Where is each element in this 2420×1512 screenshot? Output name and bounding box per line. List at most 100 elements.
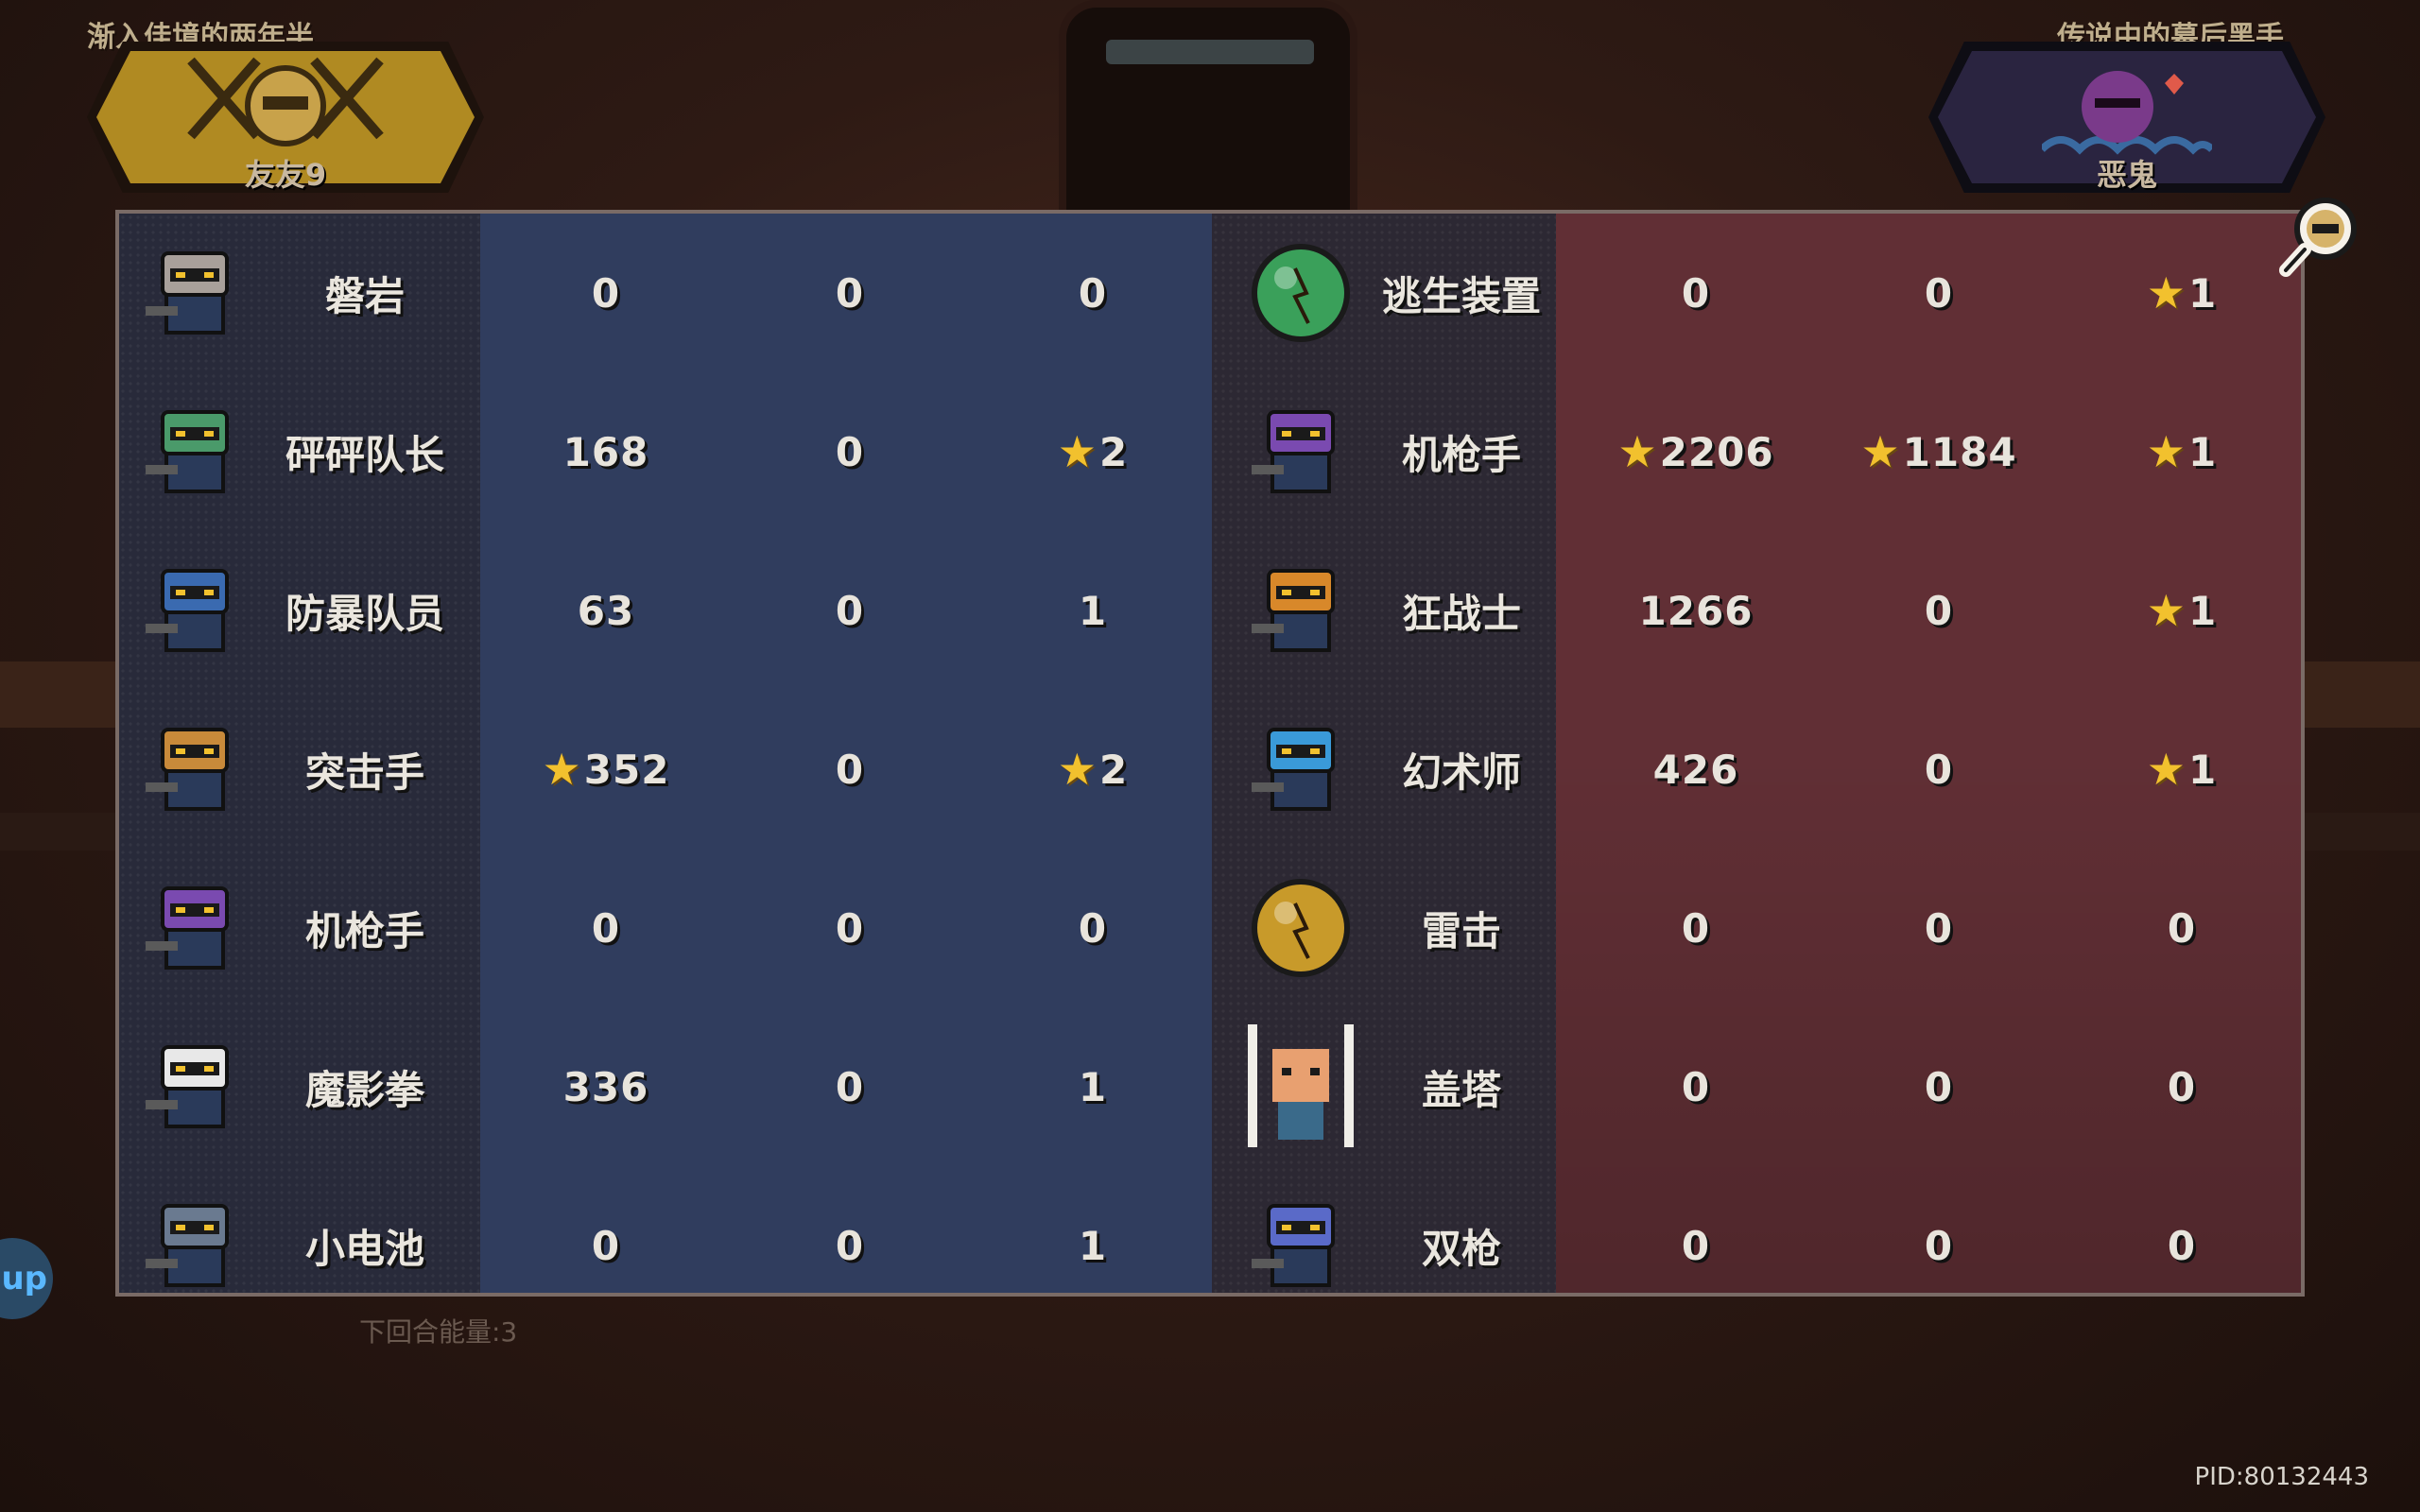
right-stat-value: 426 — [1652, 746, 1739, 793]
right-stat-value: 0 — [1924, 904, 1954, 952]
left-stat-cell: 0 — [746, 372, 954, 531]
left-stat-cell: 336 — [502, 1007, 710, 1166]
left-stat-cell: 0 — [746, 214, 954, 372]
right-stat-value: 1 — [2188, 587, 2218, 634]
right-stat-cell: 0 — [1592, 849, 1800, 1007]
right-stat-cell: 0 — [1835, 1007, 2043, 1166]
shadow-fist-icon[interactable] — [138, 1030, 251, 1143]
right-player-badge[interactable]: 恶鬼 — [1928, 42, 2325, 193]
left-stat-value: 1 — [1078, 1063, 1108, 1110]
star-icon: ★ — [2146, 585, 2187, 636]
gunner-icon[interactable] — [1244, 395, 1357, 508]
right-stat-cell: 0 — [1835, 531, 2043, 690]
left-unit-name: 磐岩 — [324, 272, 405, 319]
left-stat-cell: 0 — [746, 690, 954, 849]
right-stat-cell: ★ 2206 — [1592, 372, 1800, 531]
right-player-name: 恶鬼 — [2096, 157, 2157, 193]
right-stat-value: 0 — [1681, 1063, 1711, 1110]
left-stat-cell: 63 — [502, 531, 710, 690]
background-door-bar — [1106, 40, 1314, 64]
stats-row: 魔影拳 336 0 1 盖塔 0 0 0 — [119, 1007, 2301, 1166]
right-stat-value: 0 — [1681, 904, 1711, 952]
left-stat-value: 2 — [1099, 428, 1129, 475]
right-unit-name: 机枪手 — [1401, 431, 1521, 478]
right-stat-value: 0 — [1924, 1222, 1954, 1269]
star-icon: ★ — [2146, 267, 2187, 318]
left-stat-cell: 0 — [502, 1166, 710, 1293]
right-stat-value: 1266 — [1638, 587, 1754, 634]
star-icon: ★ — [1057, 426, 1098, 477]
left-unit-name: 机枪手 — [304, 907, 424, 954]
left-stat-cell: ★ 2 — [989, 372, 1197, 531]
left-stat-value: 336 — [562, 1063, 649, 1110]
right-stat-value: 0 — [1681, 269, 1711, 317]
left-stat-value: 0 — [591, 269, 621, 317]
left-unit-name: 防暴队员 — [285, 590, 444, 637]
left-unit-name: 小电池 — [304, 1225, 424, 1272]
battery-icon[interactable] — [138, 1189, 251, 1293]
star-icon: ★ — [2146, 426, 2187, 477]
right-stat-cell: ★ 1 — [2078, 690, 2286, 849]
star-icon: ★ — [1860, 426, 1901, 477]
left-player-name: 友友9 — [244, 157, 327, 193]
left-stat-value: 0 — [835, 587, 865, 634]
right-unit-name: 逃生装置 — [1381, 272, 1541, 319]
star-icon: ★ — [1057, 744, 1098, 795]
left-stat-cell: ★ 352 — [502, 690, 710, 849]
stats-row: 机枪手 0 0 0 雷击 0 0 0 — [119, 849, 2301, 1007]
left-unit-name: 魔影拳 — [304, 1066, 424, 1113]
stats-row: 防暴队员 63 0 1 狂战士 1266 0 ★ 1 — [119, 531, 2301, 690]
dual-gun-icon[interactable] — [1244, 1189, 1357, 1293]
left-stat-cell: 1 — [989, 531, 1197, 690]
riot-guard-icon[interactable] — [138, 554, 251, 667]
right-stat-value: 0 — [2167, 1222, 2197, 1269]
right-stat-cell: ★ 1 — [2078, 214, 2286, 372]
right-stat-cell: 0 — [1592, 1007, 1800, 1166]
left-stat-value: 168 — [562, 428, 649, 475]
right-stat-value: 1 — [2188, 746, 2218, 793]
right-stat-cell: 0 — [1592, 1166, 1800, 1293]
assault-icon[interactable] — [138, 713, 251, 826]
right-unit-name: 盖塔 — [1421, 1066, 1501, 1113]
right-unit-name: 双枪 — [1421, 1225, 1501, 1272]
right-stat-cell: 0 — [1835, 1166, 2043, 1293]
right-stat-cell: 0 — [1592, 214, 1800, 372]
rock-golem-icon[interactable] — [138, 236, 251, 350]
right-stat-cell: 0 — [2078, 1166, 2286, 1293]
right-stat-cell: 0 — [1835, 690, 2043, 849]
left-stat-value: 0 — [1078, 904, 1108, 952]
left-stat-cell: 0 — [502, 214, 710, 372]
left-stat-value: 1 — [1078, 587, 1108, 634]
left-stat-value: 0 — [835, 904, 865, 952]
left-player-badge[interactable]: 友友9 — [87, 42, 484, 193]
captain-icon[interactable] — [138, 395, 251, 508]
next-round-energy: 下回合能量:3 — [359, 1316, 518, 1348]
right-unit-name: 幻术师 — [1401, 748, 1521, 796]
ghost-avatar-icon — [2039, 55, 2215, 159]
gaeta-icon[interactable] — [1244, 1024, 1357, 1147]
gunner-icon[interactable] — [138, 871, 251, 985]
zoom-out-icon — [2279, 198, 2357, 277]
wizard-icon[interactable] — [1244, 713, 1357, 826]
right-stat-value: 0 — [1924, 269, 1954, 317]
side-tab-button[interactable]: up — [0, 1238, 53, 1319]
right-unit-name: 狂战士 — [1401, 590, 1521, 637]
left-stat-value: 0 — [591, 1222, 621, 1269]
left-stat-value: 0 — [835, 269, 865, 317]
right-stat-cell: 0 — [2078, 849, 2286, 1007]
berserker-icon[interactable] — [1244, 554, 1357, 667]
right-stat-cell: ★ 1 — [2078, 372, 2286, 531]
right-unit-name: 雷击 — [1421, 907, 1501, 954]
crossed-swords-icon — [172, 51, 399, 155]
left-stat-value: 0 — [835, 1063, 865, 1110]
left-stat-cell: 1 — [989, 1007, 1197, 1166]
escape-pod-icon[interactable] — [1244, 236, 1357, 350]
left-stat-cell: 0 — [746, 531, 954, 690]
left-stat-value: 63 — [577, 587, 635, 634]
left-stat-value: 0 — [835, 1222, 865, 1269]
thunder-orb-icon[interactable] — [1244, 871, 1357, 985]
zoom-out-button[interactable] — [2273, 189, 2367, 284]
left-stat-value: 2 — [1099, 746, 1129, 793]
right-stat-value: 0 — [1681, 1222, 1711, 1269]
star-icon: ★ — [2146, 744, 2187, 795]
